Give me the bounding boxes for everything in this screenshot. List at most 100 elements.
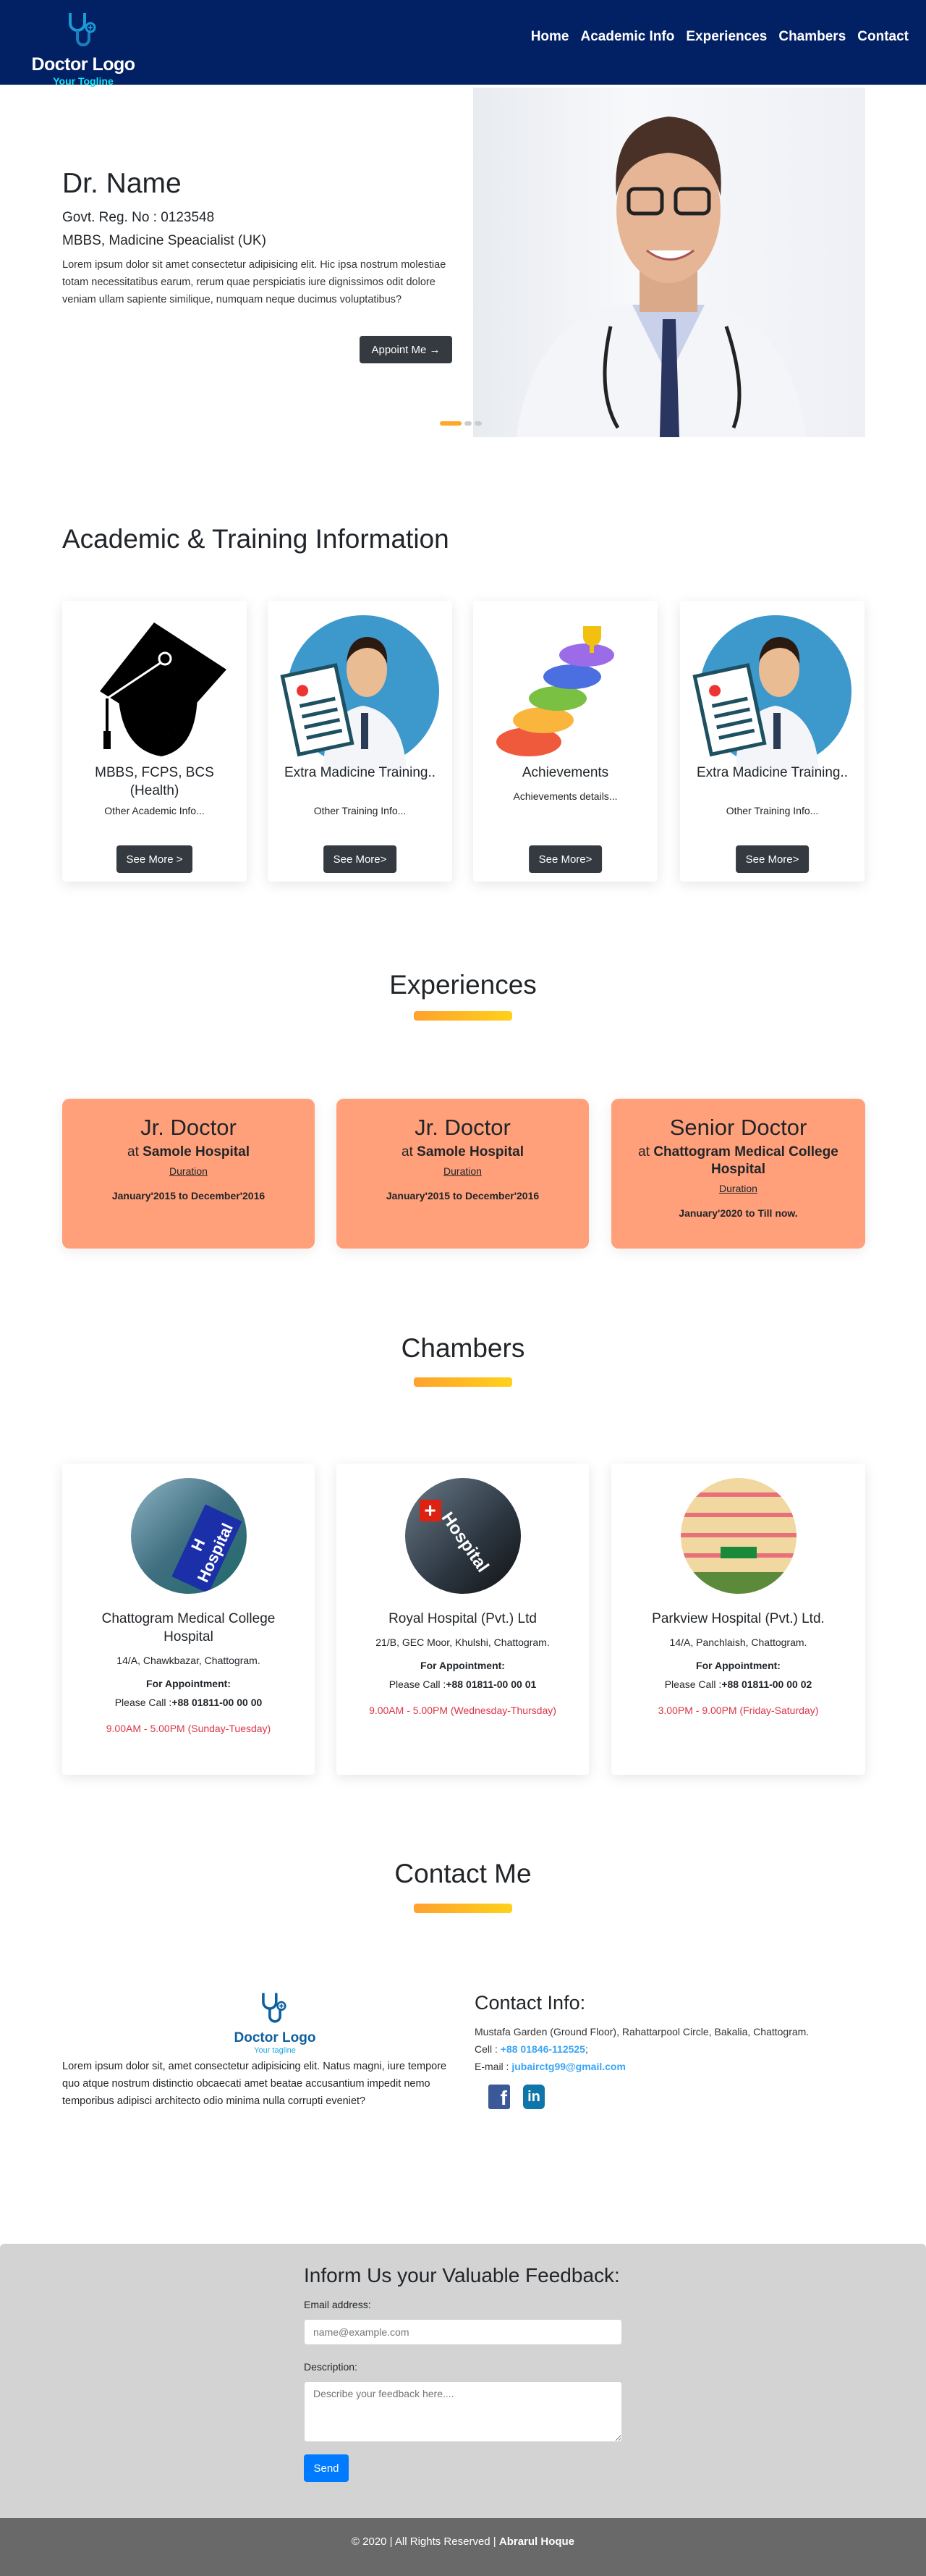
chamber-name: Parkview Hospital (Pvt.) Ltd.: [652, 1611, 825, 1626]
contact-address: Mustafa Garden (Ground Floor), Rahattarp…: [475, 2026, 810, 2037]
phone-line: Please Call :+88 01811-00 00 01: [388, 1678, 537, 1690]
linkedin-icon[interactable]: in: [523, 2085, 545, 2109]
phone-number[interactable]: +88 01811-00 00 02: [721, 1678, 812, 1690]
experience-card: Jr. Doctor at Samole Hospital Duration J…: [336, 1099, 589, 1249]
nav-home[interactable]: Home: [531, 29, 569, 45]
chamber-hours: 9.00AM - 5.00PM (Sunday-Tuesday): [106, 1723, 271, 1734]
duration-label: Duration: [169, 1165, 208, 1177]
duration-dates: January'2015 to December'2016: [386, 1190, 540, 1202]
doctor-clipboard-icon: [692, 615, 851, 771]
chamber-card: + Hospital Royal Hospital (Pvt.) Ltd 21/B…: [336, 1464, 589, 1775]
nav-chambers[interactable]: Chambers: [778, 29, 846, 45]
workplace: at Samole Hospital: [127, 1144, 250, 1160]
logo[interactable]: Doctor Logo Your Togline: [22, 10, 145, 87]
contact-cell: Cell : +88 01846-112525;: [475, 2043, 588, 2055]
contact-email: E-mail : jubairctg99@gmail.com: [475, 2061, 626, 2072]
logo-title: Doctor Logo: [234, 2030, 316, 2045]
doctor-clipboard-icon: [280, 615, 439, 771]
experiences-title: Experiences: [389, 970, 537, 1000]
role: Senior Doctor: [669, 1115, 807, 1140]
workplace: at Chattogram Medical College Hospital: [638, 1144, 838, 1177]
chambers-title: Chambers: [401, 1333, 525, 1363]
author: Abrarul Hoque: [498, 2535, 575, 2548]
role: Jr. Doctor: [415, 1115, 511, 1140]
experience-card: Senior Doctor at Chattogram Medical Coll…: [611, 1099, 865, 1249]
logo-tagline: Your Togline: [53, 75, 114, 87]
see-more-button[interactable]: See More>: [528, 845, 603, 873]
doctor-photo[interactable]: [473, 88, 865, 437]
email-label: Email address:: [304, 2299, 371, 2310]
academic-card: Extra Madicine Training.. Other Training…: [268, 601, 452, 882]
duration-label: Duration: [719, 1183, 757, 1194]
see-more-button[interactable]: See More>: [323, 845, 397, 873]
chamber-hours: 9.00AM - 5.00PM (Wednesday-Thursday): [369, 1705, 556, 1716]
carousel-dot[interactable]: [440, 421, 462, 426]
card-subtitle: Other Training Info...: [313, 805, 407, 816]
appointment-label: For Appointment:: [146, 1678, 231, 1689]
duration-label: Duration: [443, 1165, 482, 1177]
card-subtitle: Other Training Info...: [726, 805, 819, 816]
logo-tagline: Your tagline: [254, 2046, 296, 2055]
see-more-button[interactable]: See More>: [735, 845, 810, 873]
degree: MBBS, Madicine Speacialist (UK): [62, 233, 266, 248]
academic-card: Extra Madicine Training.. Other Training…: [680, 601, 865, 882]
description-textarea[interactable]: [304, 2381, 622, 2442]
role: Jr. Doctor: [140, 1115, 237, 1140]
chamber-address: 14/A, Chawkbazar, Chattogram.: [116, 1655, 260, 1666]
send-button[interactable]: Send: [304, 2454, 349, 2482]
nav-contact[interactable]: Contact: [857, 29, 909, 45]
contact-description: Lorem ipsum dolor sit, amet consectetur …: [62, 2061, 447, 2107]
duration-dates: January'2015 to December'2016: [111, 1190, 266, 1202]
card-title: MBBS, FCPS, BCS (Health): [95, 765, 214, 798]
chamber-address: 14/A, Panchlaish, Chattogram.: [669, 1637, 807, 1648]
feedback-title: Inform Us your Valuable Feedback:: [304, 2264, 620, 2286]
hero-text: Dr. Name Govt. Reg. No : 0123548 MBBS, M…: [62, 168, 453, 308]
nav-menu: Home Academic Info Experiences Chambers …: [531, 29, 909, 45]
chamber-card: H Hospital Chattogram Medical College Ho…: [62, 1464, 315, 1775]
email-link[interactable]: jubairctg99@gmail.com: [511, 2061, 626, 2072]
cell-link[interactable]: +88 01846-112525: [501, 2043, 585, 2055]
carousel-dot[interactable]: [464, 421, 472, 426]
title-underline: [414, 1904, 512, 1913]
contact-logo: Doctor Logo Your tagline: [232, 1990, 318, 2055]
hospital-image: H Hospital: [130, 1478, 247, 1594]
academic-card: MBBS, FCPS, BCS (Health) Other Academic …: [62, 601, 247, 882]
hospital-image: + Hospital: [404, 1478, 521, 1594]
academic-card: Achievements Achievements details... See…: [473, 601, 658, 882]
phone-number[interactable]: +88 01811-00 00 00: [171, 1697, 262, 1708]
title-underline: [414, 1377, 512, 1387]
carousel-dot[interactable]: [475, 421, 482, 426]
card-title: Achievements: [522, 765, 609, 780]
graduation-cap-icon: [100, 622, 226, 756]
nav-experiences[interactable]: Experiences: [686, 29, 767, 45]
phone-number[interactable]: +88 01811-00 00 01: [446, 1678, 536, 1690]
reg-number: Govt. Reg. No : 0123548: [62, 210, 215, 225]
email-input[interactable]: [304, 2319, 622, 2345]
hero-description: Lorem ipsum dolor sit amet consectetur a…: [62, 259, 446, 305]
hospital-image: [680, 1478, 797, 1594]
card-title: Extra Madicine Training..: [284, 765, 436, 780]
feedback-section: Inform Us your Valuable Feedback: Email …: [0, 2244, 926, 2518]
appoint-me-button[interactable]: Appoint Me →: [360, 336, 452, 363]
contact-info: Mustafa Garden (Ground Floor), Rahattarp…: [475, 2023, 809, 2075]
logo-title: Doctor Logo: [31, 54, 135, 75]
stethoscope-icon: [262, 1993, 286, 2023]
chamber-address: 21/B, GEC Moor, Khulshi, Chattogram.: [375, 1637, 550, 1648]
phone-line: Please Call :+88 01811-00 00 02: [664, 1678, 812, 1690]
doctor-name: Dr. Name: [62, 168, 182, 199]
card-title: Extra Madicine Training..: [696, 765, 849, 780]
social-links: f in: [488, 2085, 545, 2109]
steps-trophy-icon: [496, 626, 614, 756]
copyright: © 2020 | All Rights Reserved |: [351, 2535, 499, 2548]
nav-academic-info[interactable]: Academic Info: [581, 29, 675, 45]
facebook-icon[interactable]: f: [488, 2085, 510, 2109]
duration-dates: January'2020 to Till now.: [679, 1207, 798, 1219]
phone-line: Please Call :+88 01811-00 00 00: [114, 1697, 263, 1708]
doctor-portrait-image: [517, 117, 806, 437]
see-more-button[interactable]: See More >: [116, 845, 193, 873]
contact-info-title: Contact Info:: [475, 1992, 586, 2014]
stethoscope-icon: [69, 13, 96, 46]
appointment-label: For Appointment:: [420, 1660, 505, 1671]
appointment-label: For Appointment:: [696, 1660, 781, 1671]
description-label: Description:: [304, 2361, 357, 2373]
